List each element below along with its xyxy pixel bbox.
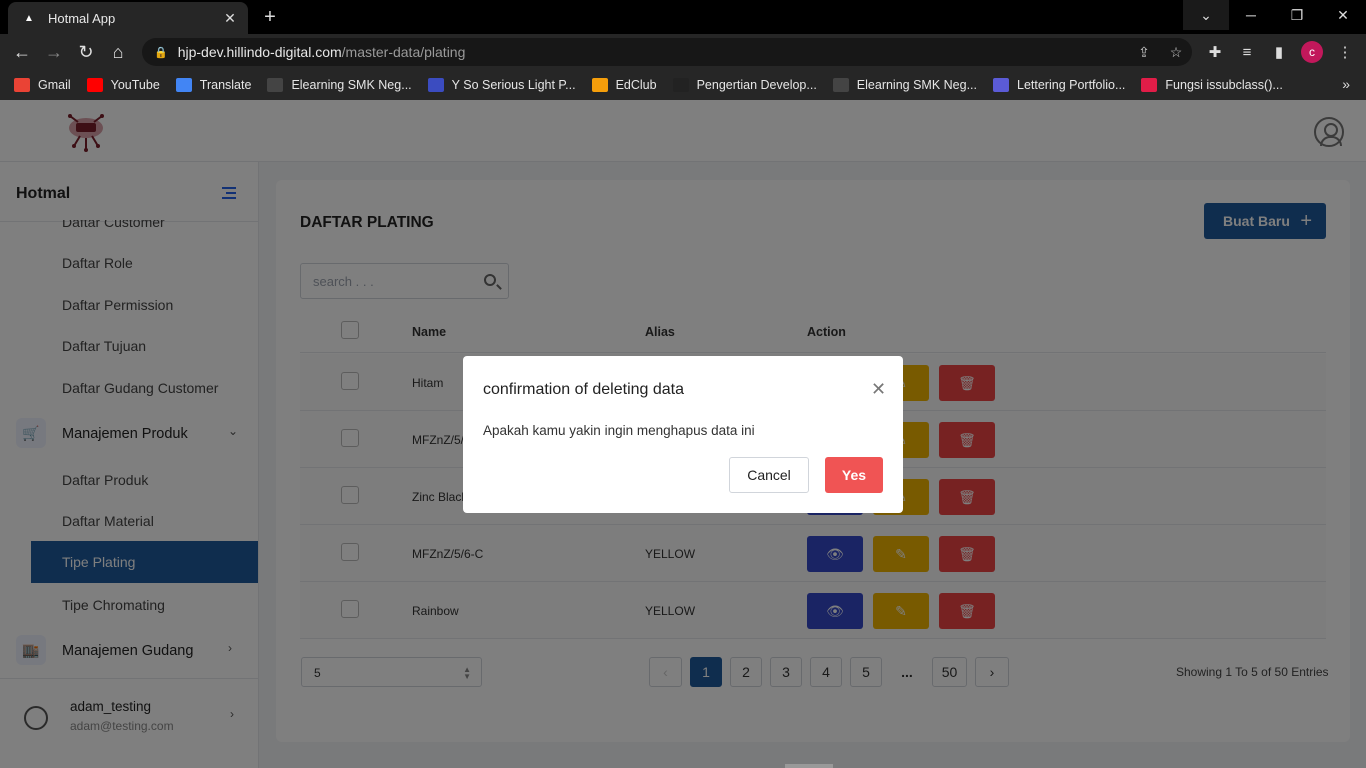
extensions-icon[interactable]: ✚ (1204, 41, 1226, 63)
bookmark-item[interactable]: YouTube (86, 78, 160, 92)
vscode-theme-icon (427, 78, 444, 92)
delete-confirmation-modal: confirmation of deleting data ✕ Apakah k… (463, 356, 903, 513)
bookmark-label: Elearning SMK Neg... (856, 78, 977, 92)
bookmark-item[interactable]: Gmail (14, 78, 71, 92)
bookmark-label: Pengertian Develop... (696, 78, 817, 92)
bookmark-label: YouTube (110, 78, 160, 92)
browser-tab-bar: ▲ Hotmal App ✕ + ⌄ ─ ❐ ✕ (0, 0, 1366, 34)
bookmark-label: Lettering Portfolio... (1017, 78, 1126, 92)
tab-title: Hotmal App (48, 10, 116, 26)
side-panel-icon[interactable]: ▮ (1268, 41, 1290, 63)
page-icon (1141, 78, 1158, 92)
browser-tab[interactable]: ▲ Hotmal App ✕ (8, 2, 248, 34)
bookmark-item[interactable]: Y So Serious Light P... (427, 78, 576, 92)
bookmark-label: Translate (199, 78, 252, 92)
modal-title: confirmation of deleting data (483, 381, 685, 398)
address-bar[interactable]: 🔒 hjp-dev.hillindo-digital.com/master-da… (142, 38, 1192, 66)
youtube-icon (86, 78, 103, 92)
close-icon[interactable]: ✕ (871, 379, 886, 400)
lock-icon: 🔒 (154, 46, 168, 59)
browser-toolbar: ← → ↻ ⌂ 🔒 hjp-dev.hillindo-digital.com/m… (0, 34, 1366, 70)
bookmark-item[interactable]: Fungsi issubclass()... (1141, 78, 1283, 92)
profile-avatar[interactable]: c (1301, 41, 1323, 63)
reload-icon[interactable]: ↻ (73, 39, 99, 65)
bookmark-label: Gmail (38, 78, 71, 92)
minimize-icon[interactable]: ─ (1228, 0, 1274, 30)
new-tab-icon[interactable]: + (258, 5, 282, 29)
restore-icon[interactable]: ❐ (1274, 0, 1320, 30)
bookmark-label: EdClub (615, 78, 657, 92)
back-icon[interactable]: ← (9, 39, 35, 65)
portfolio-icon (993, 78, 1009, 92)
url-host: hjp-dev.hillindo-digital.com (177, 44, 342, 60)
bookmark-item[interactable]: Elearning SMK Neg... (267, 78, 412, 92)
bookmark-item[interactable]: Lettering Portfolio... (993, 78, 1125, 92)
bookmark-item[interactable]: Pengertian Develop... (672, 78, 817, 92)
edclub-icon (591, 78, 608, 92)
moodle-icon (832, 78, 849, 92)
cancel-button[interactable]: Cancel (729, 457, 809, 493)
bookmark-item[interactable]: EdClub (591, 78, 657, 92)
close-tab-icon[interactable]: ✕ (222, 10, 238, 27)
forward-icon[interactable]: → (41, 39, 67, 65)
bookmark-star-icon[interactable]: ☆ (1166, 42, 1186, 62)
horizontal-scrollbar[interactable] (785, 764, 833, 768)
more-bookmarks-icon[interactable]: » (1342, 76, 1350, 92)
close-window-icon[interactable]: ✕ (1320, 0, 1366, 30)
home-icon[interactable]: ⌂ (105, 39, 131, 65)
bookmarks-bar: Gmail YouTube Translate Elearning SMK Neg..… (0, 70, 1366, 100)
tab-search-icon[interactable]: ⌄ (1183, 0, 1229, 30)
share-icon[interactable]: ⇪ (1134, 42, 1154, 62)
bookmark-label: Y So Serious Light P... (451, 78, 576, 92)
bookmark-label: Fungsi issubclass()... (1165, 78, 1283, 92)
bookmark-item[interactable]: Translate (175, 78, 252, 92)
moodle-icon (267, 78, 284, 92)
translate-icon (175, 78, 192, 92)
bookmark-label: Elearning SMK Neg... (291, 78, 412, 92)
favicon-icon: ▲ (24, 12, 34, 24)
yes-button[interactable]: Yes (825, 457, 883, 493)
menu-kebab-icon[interactable]: ⋮ (1334, 41, 1356, 63)
url-path: /master-data/plating (341, 44, 466, 60)
bookmark-item[interactable]: Elearning SMK Neg... (832, 78, 977, 92)
media-control-icon[interactable]: ≡ (1236, 41, 1258, 63)
modal-message: Apakah kamu yakin ingin menghapus data i… (483, 423, 755, 438)
gmail-icon (14, 78, 30, 92)
medium-icon (672, 78, 689, 92)
